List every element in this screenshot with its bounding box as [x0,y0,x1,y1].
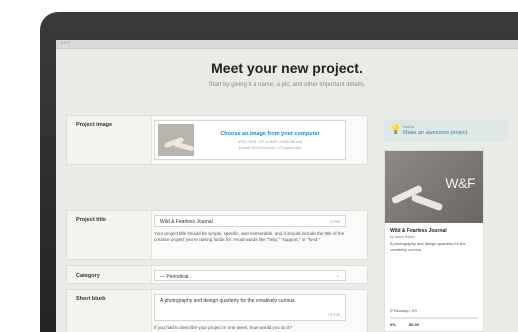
short-blurb-label: Short blurb [76,296,106,302]
location-pin-icon: ⚲ [390,308,393,313]
short-blurb-input[interactable]: A photography and design quarterly for t… [154,294,346,321]
page-title: Meet your new project. [211,60,363,76]
funded-percent: 0% [390,322,396,327]
project-title-row: Project title Wild & Fearless Journal 37… [66,210,368,260]
hand-shape [410,193,444,212]
funding-progress-bar [390,317,478,319]
howto-small-label: How to [403,125,414,129]
page-subtitle: Start by giving it a name, a pic, and ot… [208,82,366,88]
preview-photo: W&F [385,151,483,223]
project-image-panel: Choose an image from your computer JPEG,… [151,116,367,164]
short-blurb-counter: 73/135 [327,312,340,317]
window-chrome: ••• [56,40,518,49]
project-title-input[interactable]: Wild & Fearless Journal 37/60 [154,215,346,227]
preview-location: ⚲ Brooklyn, NY [390,308,417,313]
category-value: — Periodical [160,274,189,280]
choose-image-link[interactable]: Choose an image from your computer [199,131,341,137]
category-label: Category [76,273,100,279]
funding-stats: 0% $0.00 [390,322,431,327]
page-header: Meet your new project. Start by giving i… [56,49,518,113]
project-title-value: Wild & Fearless Journal [160,219,213,225]
image-thumbnail [158,124,194,156]
hand-shape [173,141,194,152]
image-upload-box[interactable]: Choose an image from your computer JPEG,… [154,120,346,160]
preview-title: Wild & Fearless Journal [390,228,447,234]
browser-screen: ••• Meet your new project. Start by givi… [56,40,518,332]
pledged-amount: $0.00 [408,322,419,327]
lightbulb-icon: 💡 [390,124,402,134]
howto-callout[interactable]: 💡 How to Make an awesome project [384,120,508,142]
preview-blurb: A photography and design quarterly for t… [390,241,466,252]
image-size-hint: At least 640x480 pixels • 4:3 aspect rat… [238,146,302,150]
short-blurb-panel: A photography and design quarterly for t… [151,290,367,332]
howto-link[interactable]: Make an awesome project [403,130,467,136]
project-title-counter: 37/60 [329,219,340,224]
short-blurb-help: If you had to describe your project in o… [154,325,292,330]
project-title-help: Your project title should be simple, spe… [154,231,345,242]
chevron-down-icon: ⌄ [335,273,340,279]
project-title-label: Project title [76,217,106,223]
category-panel: — Periodical ⌄ [151,266,367,283]
short-blurb-row: Short blurb A photography and design qua… [66,289,368,332]
project-image-row: Project image Choose an image from your … [66,115,368,165]
project-preview-card: W&F Wild & Fearless Journal by Aaron Rob… [384,150,484,332]
category-select[interactable]: — Periodical ⌄ [154,270,346,281]
preview-author: by Aaron Robbs [390,235,415,239]
preview-location-text: Brooklyn, NY [394,308,418,313]
short-blurb-value: A photography and design quarterly for t… [160,298,296,304]
project-title-panel: Wild & Fearless Journal 37/60 Your proje… [151,211,367,259]
preview-photo-text: W&F [445,175,475,191]
category-row: Category — Periodical ⌄ [66,265,368,284]
image-format-hint: JPEG, PNG, GIF, or BMP • 50MB file limit [237,140,303,144]
project-image-label: Project image [76,122,113,128]
window-controls-icon: ••• [61,41,71,47]
